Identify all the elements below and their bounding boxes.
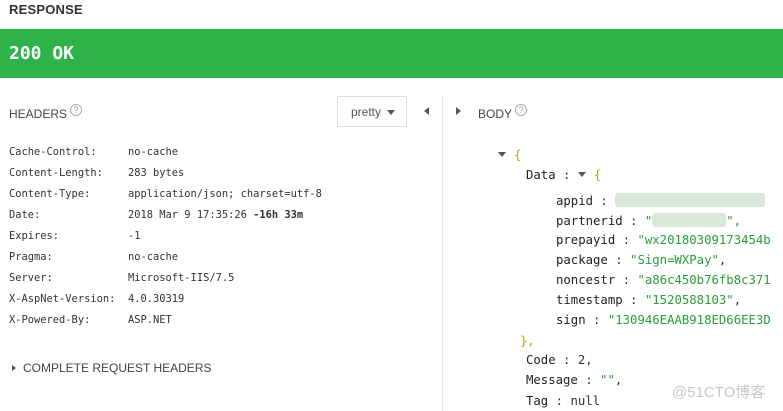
- panel-divider[interactable]: [442, 96, 443, 411]
- triangle-down-icon[interactable]: [577, 172, 586, 177]
- header-name: X-AspNet-Version:: [9, 293, 116, 305]
- json-key: Data: [526, 168, 556, 182]
- watermark: @51CTO博客: [672, 384, 766, 401]
- collapse-left-icon[interactable]: [424, 107, 429, 115]
- json-line-appid: appid :: [556, 193, 766, 213]
- help-icon[interactable]: ?: [70, 104, 83, 116]
- brace: {: [593, 168, 602, 182]
- status-bar: 200 OK: [0, 29, 783, 78]
- json-key: Code: [526, 353, 556, 367]
- json-root-open[interactable]: {: [498, 148, 521, 168]
- expand-right-icon[interactable]: [456, 107, 461, 115]
- triangle-down-icon[interactable]: [498, 152, 506, 157]
- header-name: Content-Length:: [9, 167, 103, 179]
- header-value: 283 bytes: [128, 167, 185, 179]
- json-key: package: [556, 253, 608, 267]
- format-dropdown[interactable]: pretty: [337, 96, 407, 127]
- triangle-right-icon: [12, 365, 16, 371]
- json-key: prepayid: [556, 233, 616, 247]
- header-value: Microsoft-IIS/7.5: [128, 272, 235, 284]
- header-value: application/json; charset=utf-8: [128, 188, 322, 200]
- json-string: "": [600, 373, 615, 387]
- header-name: Expires:: [9, 230, 60, 242]
- json-line-sign: sign : "130946EAAB918ED66EE3D: [556, 313, 771, 327]
- json-string: "Sign=WXPay": [630, 253, 719, 267]
- json-line-data: Data : {: [526, 168, 602, 182]
- response-title: RESPONSE: [9, 2, 83, 17]
- json-key: partnerid: [556, 214, 623, 228]
- redacted-value: [615, 193, 766, 207]
- date-value: 2018 Mar 9 17:35:26: [128, 209, 254, 221]
- json-string: "1520588103": [644, 293, 734, 307]
- header-name: Date:: [9, 209, 41, 221]
- json-line-tag: Tag : null: [526, 394, 601, 408]
- header-value: 2018 Mar 9 17:35:26 -16h 33m: [128, 209, 303, 221]
- json-string: "130946EAAB918ED66EE3D: [607, 313, 771, 327]
- json-data-close: },: [520, 334, 535, 354]
- json-key: Message: [526, 373, 578, 387]
- json-line-code: Code : 2,: [526, 353, 593, 367]
- header-name: Pragma:: [9, 251, 53, 263]
- json-line-partnerid: partnerid : " ",: [556, 213, 742, 228]
- json-line-message: Message : "",: [526, 373, 623, 387]
- json-line-timestamp: timestamp : "1520588103",: [556, 293, 742, 307]
- json-key: noncestr: [556, 273, 616, 287]
- brace: {: [514, 148, 522, 162]
- body-section-label: BODY?: [478, 104, 528, 121]
- headers-label: HEADERS: [9, 107, 68, 121]
- header-value: no-cache: [128, 251, 179, 263]
- complete-request-headers-toggle[interactable]: COMPLETE REQUEST HEADERS: [12, 361, 211, 375]
- format-dropdown-label: pretty: [351, 105, 382, 119]
- headers-section-label: HEADERS?: [9, 104, 83, 121]
- header-value: ASP.NET: [128, 314, 172, 326]
- status-code: 200 OK: [9, 43, 75, 64]
- body-label: BODY: [478, 107, 513, 121]
- header-value: 4.0.30319: [128, 293, 185, 305]
- header-value: no-cache: [128, 146, 179, 158]
- json-key: Tag: [526, 394, 549, 408]
- date-offset: -16h 33m: [253, 209, 304, 221]
- caret-down-icon: [387, 110, 396, 115]
- redacted-value: [652, 213, 727, 227]
- json-string: "a86c450b76fb8c371: [637, 273, 771, 287]
- json-line-noncestr: noncestr : "a86c450b76fb8c371: [556, 273, 771, 287]
- json-string: "wx20180309173454b: [637, 233, 771, 247]
- json-number: 2: [577, 353, 586, 367]
- header-name: Server:: [9, 272, 53, 284]
- header-name: Content-Type:: [9, 188, 91, 200]
- complete-request-headers-label: COMPLETE REQUEST HEADERS: [23, 361, 212, 375]
- header-name: X-Powered-By:: [9, 314, 91, 326]
- header-value: -1: [128, 230, 141, 242]
- help-icon[interactable]: ?: [515, 104, 528, 116]
- header-name: Cache-Control:: [9, 146, 97, 158]
- json-null: null: [570, 394, 601, 408]
- json-key: appid: [556, 194, 594, 208]
- json-line-package: package : "Sign=WXPay",: [556, 253, 727, 267]
- json-key: timestamp: [556, 293, 623, 307]
- json-key: sign: [556, 313, 586, 327]
- brace: },: [520, 334, 535, 348]
- json-line-prepayid: prepayid : "wx20180309173454b: [556, 233, 771, 247]
